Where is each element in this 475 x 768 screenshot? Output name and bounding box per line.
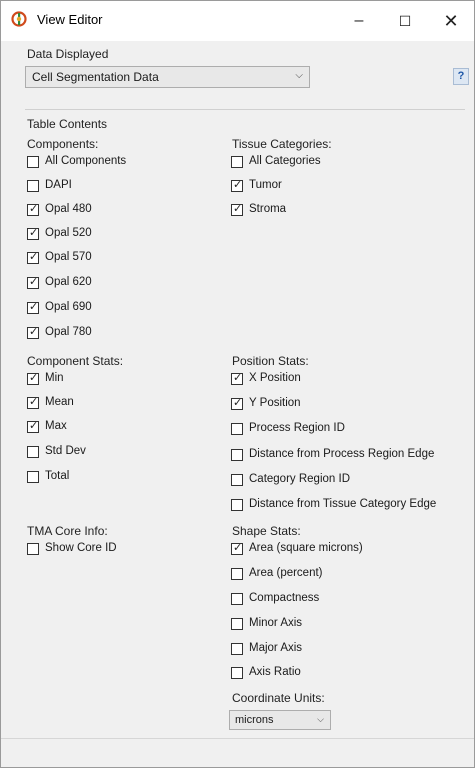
coordinate-units-dropdown[interactable]: microns ⌵: [229, 710, 331, 730]
checkbox-label: X Position: [249, 372, 301, 384]
component-stats-label: Component Stats:: [27, 354, 124, 368]
coordinate-units-value: microns: [235, 714, 274, 726]
status-divider: [1, 738, 474, 739]
checkbox-box: ✓: [27, 180, 39, 192]
checkmark-icon: ✓: [233, 179, 243, 191]
checkbox-label: Max: [45, 420, 67, 432]
view-editor-window: View Editor – ☐ ✕ Data Displayed Cell Se…: [0, 0, 475, 768]
divider: [25, 109, 465, 110]
checkmark-icon: ✓: [233, 397, 243, 409]
checkbox-box: ✓: [231, 179, 243, 192]
tma-core-info-label: TMA Core Info:: [27, 524, 108, 538]
checkbox-label: Minor Axis: [249, 617, 303, 629]
checkbox-box: ✓: [231, 618, 243, 630]
checkmark-icon: ✓: [29, 326, 39, 338]
checkbox-box: ✓: [231, 474, 243, 486]
checkbox-box: ✓: [27, 227, 39, 240]
checkbox-label: Mean: [45, 396, 74, 408]
checkmark-icon: ✓: [233, 372, 243, 384]
checkmark-icon: ✓: [29, 372, 39, 384]
checkbox-box: ✓: [27, 471, 39, 483]
checkbox-label: Opal 690: [45, 301, 92, 313]
minimize-button[interactable]: –: [336, 1, 382, 41]
checkbox-label: Opal 520: [45, 227, 92, 239]
checkbox-label: Process Region ID: [249, 422, 345, 434]
checkmark-icon: ✓: [29, 203, 39, 215]
checkbox-label: Distance from Process Region Edge: [249, 448, 435, 460]
checkbox-box: ✓: [231, 449, 243, 461]
checkbox-box: ✓: [27, 372, 39, 385]
checkbox-box: ✓: [231, 667, 243, 679]
chevron-down-icon: ⌵: [317, 714, 324, 724]
checkbox-label: Total: [45, 470, 70, 482]
coordinate-units-label: Coordinate Units:: [232, 691, 325, 705]
checkbox-box: ✓: [231, 372, 243, 385]
checkbox-box: ✓: [27, 446, 39, 458]
checkbox-label: DAPI: [45, 179, 72, 191]
close-button[interactable]: ✕: [428, 1, 474, 41]
data-displayed-label: Data Displayed: [27, 47, 109, 61]
checkbox-box: ✓: [27, 543, 39, 555]
checkmark-icon: ✓: [29, 420, 39, 432]
checkmark-icon: ✓: [29, 276, 39, 288]
checkbox-box: ✓: [27, 326, 39, 339]
data-displayed-dropdown[interactable]: Cell Segmentation Data ⌵: [25, 66, 310, 88]
checkbox-label: All Components: [45, 155, 127, 167]
position-stats-label: Position Stats:: [232, 354, 309, 368]
app-logo-icon: [11, 11, 27, 27]
checkbox-label: All Categories: [249, 155, 321, 167]
checkbox-box: ✓: [231, 499, 243, 511]
checkbox-label: Min: [45, 372, 64, 384]
checkbox-label: Compactness: [249, 592, 320, 604]
title-bar: View Editor – ☐ ✕: [1, 1, 474, 41]
help-button[interactable]: ?: [453, 68, 469, 85]
checkbox-box: ✓: [231, 643, 243, 655]
checkbox-label: Opal 570: [45, 251, 92, 263]
checkbox-box: ✓: [231, 156, 243, 168]
checkbox-box: ✓: [27, 301, 39, 314]
shape-stats-label: Shape Stats:: [232, 524, 301, 538]
checkbox-box: ✓: [27, 203, 39, 216]
checkmark-icon: ✓: [29, 301, 39, 313]
checkbox-box: ✓: [231, 568, 243, 580]
chevron-down-icon: ⌵: [295, 70, 303, 81]
checkbox-label: Tumor: [249, 179, 282, 191]
checkbox-label: Y Position: [249, 397, 301, 409]
checkbox-label: Category Region ID: [249, 473, 350, 485]
checkmark-icon: ✓: [233, 542, 243, 554]
maximize-button[interactable]: ☐: [382, 1, 428, 41]
checkbox-label: Std Dev: [45, 445, 86, 457]
data-displayed-value: Cell Segmentation Data: [32, 70, 159, 84]
window-title: View Editor: [37, 12, 103, 27]
checkbox-label: Opal 620: [45, 276, 92, 288]
tissue-categories-label: Tissue Categories:: [232, 137, 332, 151]
checkbox-label: Opal 480: [45, 203, 92, 215]
checkbox-box: ✓: [27, 396, 39, 409]
checkbox-box: ✓: [231, 203, 243, 216]
table-contents-label: Table Contents: [27, 117, 108, 131]
checkbox-box: ✓: [231, 397, 243, 410]
checkbox-label: Major Axis: [249, 642, 303, 654]
checkbox-box: ✓: [231, 593, 243, 605]
checkmark-icon: ✓: [29, 396, 39, 408]
checkbox-label: Distance from Tissue Category Edge: [249, 498, 437, 510]
checkmark-icon: ✓: [29, 227, 39, 239]
components-label: Components:: [27, 137, 99, 151]
checkbox-label: Area (square microns): [249, 542, 363, 554]
checkbox-label: Opal 780: [45, 326, 92, 338]
checkmark-icon: ✓: [29, 251, 39, 263]
checkbox-box: ✓: [27, 276, 39, 289]
checkbox-box: ✓: [231, 423, 243, 435]
checkbox-box: ✓: [27, 420, 39, 433]
checkbox-box: ✓: [27, 251, 39, 264]
checkbox-label: Axis Ratio: [249, 666, 301, 678]
checkbox-box: ✓: [27, 156, 39, 168]
checkbox-label: Area (percent): [249, 567, 323, 579]
checkmark-icon: ✓: [233, 203, 243, 215]
checkbox-label: Show Core ID: [45, 542, 117, 554]
checkbox-box: ✓: [231, 542, 243, 555]
checkbox-label: Stroma: [249, 203, 287, 215]
